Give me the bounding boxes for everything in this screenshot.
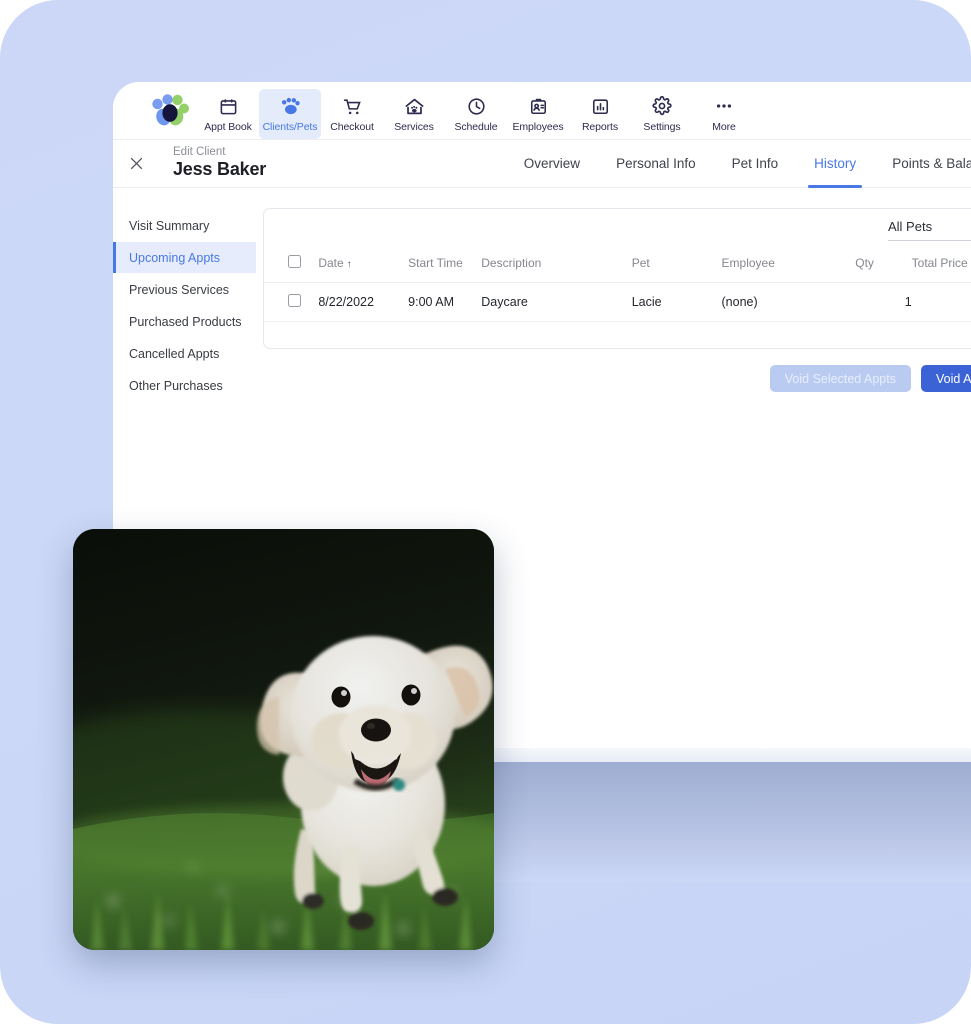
screenshot-stage: Appt Book Clients/Pets [0,0,971,1024]
ellipsis-icon [714,94,734,118]
client-header-bar: Edit Client Jess Baker Overview Personal… [113,139,971,187]
sidebar-item-upcoming-appts[interactable]: Upcoming Appts [113,242,256,273]
tab-history[interactable]: History [796,140,874,188]
column-select-all [264,251,318,283]
row-select-cell [264,283,318,322]
client-tabs: Overview Personal Info Pet Info History … [506,140,971,188]
calendar-icon [219,94,238,118]
gear-icon [652,94,672,118]
void-selected-appts-button[interactable]: Void Selected Appts [770,365,911,392]
top-navigation: Appt Book Clients/Pets [113,82,971,139]
cart-icon [343,94,362,118]
client-identity: Edit Client Jess Baker [173,146,266,180]
cell-qty: 1 [855,283,911,322]
row-checkbox[interactable] [288,294,301,307]
tab-points-balance[interactable]: Points & Balance [874,140,971,188]
sidebar-item-other-purchases[interactable]: Other Purchases [113,370,256,401]
nav-label: Clients/Pets [263,121,318,133]
sidebar-item-cancelled-appts[interactable]: Cancelled Appts [113,338,256,369]
tab-overview[interactable]: Overview [506,140,598,188]
page-title: Jess Baker [173,159,266,180]
column-date-label: Date [318,256,343,270]
close-icon[interactable] [113,155,159,172]
nav-item-appt-book[interactable]: Appt Book [197,89,259,139]
cell-date: 8/22/2022 [318,283,408,322]
filter-row: All Pets [264,209,971,251]
sort-ascending-icon: ↑ [347,259,352,270]
nav-item-checkout[interactable]: Checkout [321,89,383,139]
tab-personal-info[interactable]: Personal Info [598,140,714,188]
house-paw-icon [404,94,425,118]
nav-item-clients-pets[interactable]: Clients/Pets [259,89,321,139]
sidebar-item-visit-summary[interactable]: Visit Summary [113,210,256,241]
nav-item-reports[interactable]: Reports [569,89,631,139]
nav-label: Reports [582,121,618,133]
paw-icon [280,94,300,118]
sidebar-item-purchased-products[interactable]: Purchased Products [113,306,256,337]
table-row[interactable]: 8/22/2022 9:00 AM Daycare Lacie (none) 1… [264,283,971,322]
nav-label: Settings [643,121,680,133]
bar-chart-icon [591,94,610,118]
cell-start-time: 9:00 AM [408,283,481,322]
column-qty[interactable]: Qty [855,251,911,283]
cell-description: Daycare [481,283,631,322]
nav-label: Checkout [330,121,374,133]
column-employee[interactable]: Employee [722,251,856,283]
pet-photo [73,529,494,950]
sidebar-item-previous-services[interactable]: Previous Services [113,274,256,305]
id-badge-icon [529,94,548,118]
tab-pet-info[interactable]: Pet Info [714,140,797,188]
pet-photo-card [73,529,494,950]
nav-item-settings[interactable]: Settings [631,89,693,139]
edit-client-eyebrow: Edit Client [173,146,266,159]
nav-label: Employees [512,121,563,133]
appointments-card: All Pets Date ↑ Start Time [263,208,971,349]
paw-logo[interactable] [141,85,197,137]
appointments-table: Date ↑ Start Time Description Pet Employe… [264,251,971,322]
column-pet[interactable]: Pet [632,251,722,283]
table-header-row: Date ↑ Start Time Description Pet Employe… [264,251,971,283]
column-total-price[interactable]: Total Price [912,251,971,283]
table-actions: Void Selected Appts Void All [256,365,971,392]
nav-item-services[interactable]: Services [383,89,445,139]
nav-item-employees[interactable]: Employees [507,89,569,139]
nav-item-schedule[interactable]: Schedule [445,89,507,139]
nav-item-more[interactable]: More [693,89,755,139]
nav-label: Schedule [455,121,498,133]
cell-pet: Lacie [632,283,722,322]
nav-label: More [712,121,736,133]
nav-label: Services [394,121,433,133]
void-all-button[interactable]: Void All [921,365,971,392]
column-date[interactable]: Date ↑ [318,251,408,283]
cell-employee: (none) [722,283,856,322]
nav-label: Appt Book [204,121,252,133]
column-start-time[interactable]: Start Time [408,251,481,283]
pet-filter-select[interactable]: All Pets [888,219,971,241]
select-all-checkbox[interactable] [288,255,301,268]
clock-icon [467,94,486,118]
cell-total-price: $30.00 [912,283,971,322]
column-description[interactable]: Description [481,251,631,283]
